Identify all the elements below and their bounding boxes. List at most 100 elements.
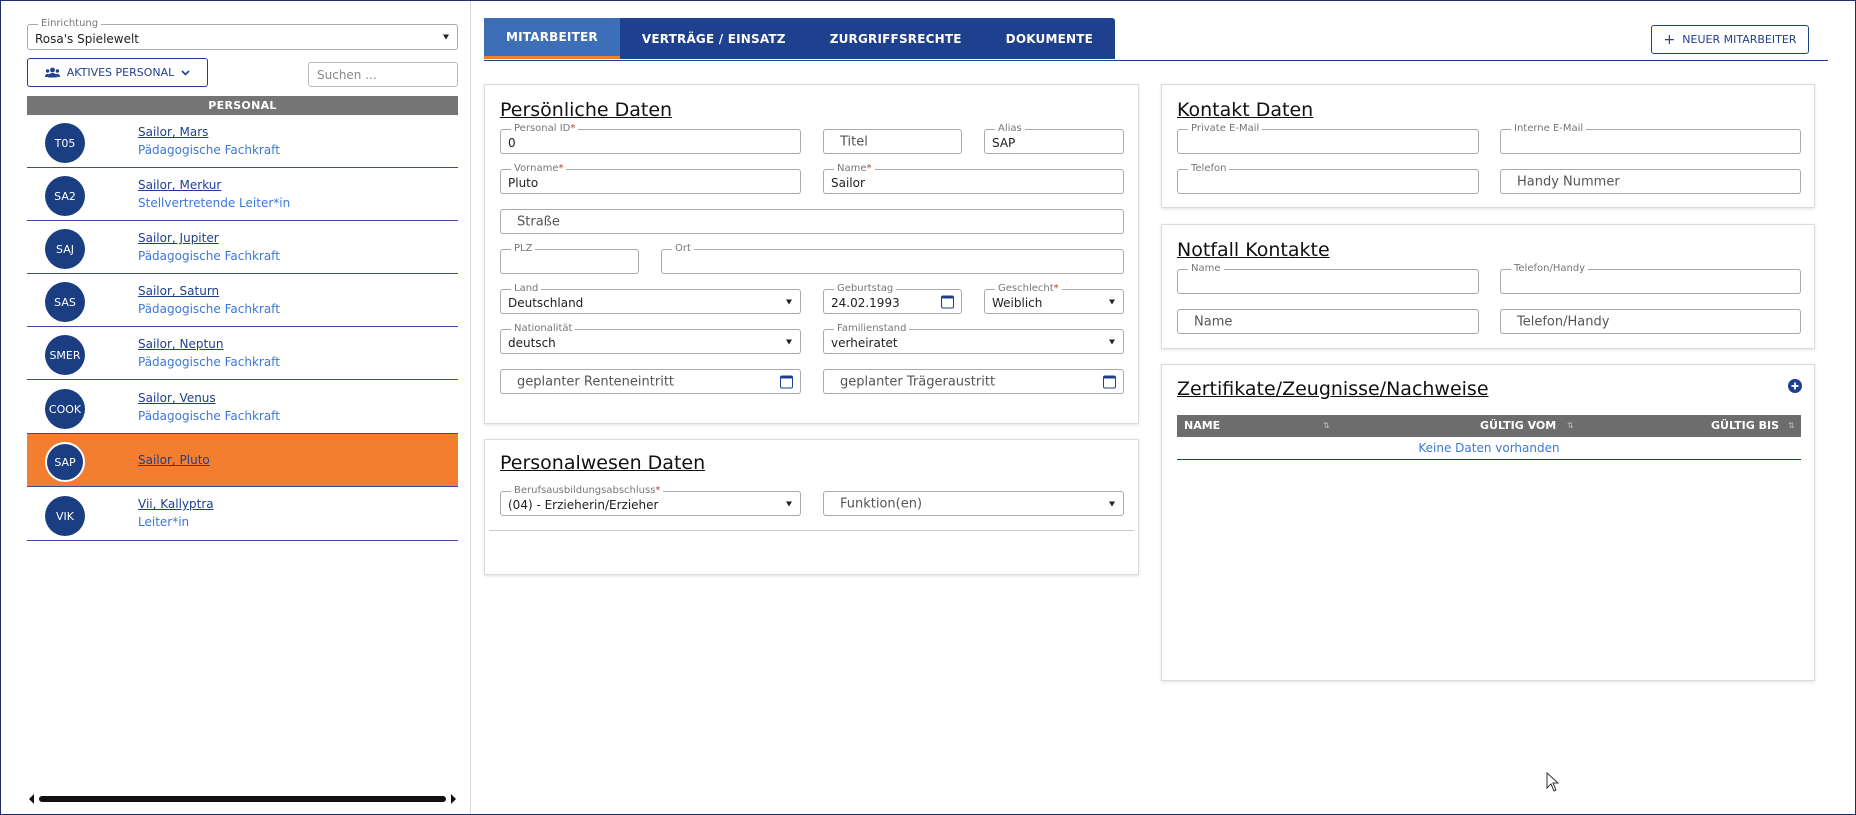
tab-dokumente[interactable]: DOKUMENTE: [984, 18, 1115, 59]
geschlecht-select[interactable]: Geschlecht* Weiblich: [984, 282, 1124, 314]
person-row[interactable]: SAS Sailor, Saturn Pädagogische Fachkraf…: [27, 274, 458, 327]
new-employee-button[interactable]: + NEUER MITARBEITER: [1651, 25, 1809, 54]
interne-email-field[interactable]: Interne E-Mail: [1500, 122, 1801, 154]
private-email-field[interactable]: Private E-Mail: [1177, 122, 1479, 154]
person-row[interactable]: SMER Sailor, Neptun Pädagogische Fachkra…: [27, 327, 458, 380]
certificates-card: Zertifikate/Zeugnisse/Nachweise NAME ⇅ G…: [1161, 364, 1815, 681]
person-row[interactable]: SA2 Sailor, Merkur Stellvertretende Leit…: [27, 168, 458, 221]
handy-field[interactable]: Handy Nummer: [1500, 169, 1801, 194]
facility-select[interactable]: Einrichtung Rosa's Spielewelt: [27, 17, 458, 50]
name-field[interactable]: Name* Sailor: [823, 162, 1124, 194]
person-name-link[interactable]: Vii, Kallyptra: [138, 497, 214, 511]
ausbildung-value: (04) - Erzieherin/Erzieher: [508, 498, 659, 512]
person-name-link[interactable]: Sailor, Neptun: [138, 337, 223, 351]
person-name-link[interactable]: Sailor, Merkur: [138, 178, 221, 192]
facility-value: Rosa's Spielewelt: [35, 32, 140, 46]
interne-email-label: Interne E-Mail: [1511, 122, 1587, 135]
traegeraustritt-field[interactable]: geplanter Trägeraustritt: [823, 369, 1124, 394]
emergency-contacts-title: Notfall Kontakte: [1177, 239, 1330, 261]
emergency-phone-field-2[interactable]: Telefon/Handy: [1500, 309, 1801, 334]
land-select[interactable]: Land Deutschland: [500, 282, 801, 314]
emergency-name-placeholder: Name: [1194, 314, 1233, 329]
emergency-phone-field[interactable]: Telefon/Handy: [1500, 262, 1801, 294]
active-staff-filter-button[interactable]: AKTIVES PERSONAL: [27, 58, 208, 87]
sort-icon[interactable]: ⇅: [1323, 421, 1331, 431]
chevron-down-icon: [1109, 339, 1115, 344]
person-row[interactable]: T05 Sailor, Mars Pädagogische Fachkraft: [27, 115, 458, 168]
tab-zugriffsrechte[interactable]: ZURGRIFFSRECHTE: [808, 18, 984, 59]
traegeraustritt-placeholder: geplanter Trägeraustritt: [840, 374, 996, 389]
ort-field[interactable]: Ort: [661, 242, 1124, 274]
titel-field[interactable]: Titel: [823, 129, 962, 154]
person-role: Pädagogische Fachkraft: [138, 143, 280, 157]
person-row[interactable]: SAJ Sailor, Jupiter Pädagogische Fachkra…: [27, 221, 458, 274]
chevron-down-icon: [786, 339, 792, 344]
telefon-label: Telefon: [1188, 162, 1230, 175]
emergency-name-field[interactable]: Name: [1177, 262, 1479, 294]
person-row-selected[interactable]: SAP Sailor, Pluto: [27, 434, 458, 487]
funktion-select[interactable]: Funktion(en): [823, 491, 1124, 516]
add-certificate-icon[interactable]: [1788, 379, 1802, 393]
personal-list-header: PERSONAL: [27, 96, 458, 115]
column-gueltig-vom[interactable]: GÜLTIG VOM: [1480, 415, 1556, 437]
person-name-link[interactable]: Sailor, Pluto: [138, 453, 210, 467]
land-value: Deutschland: [508, 296, 584, 310]
familienstand-select[interactable]: Familienstand verheiratet: [823, 322, 1124, 354]
avatar: SAS: [45, 282, 85, 322]
avatar: T05: [45, 123, 85, 163]
vorname-value: Pluto: [508, 176, 539, 190]
ausbildung-select[interactable]: Berufsausbildungsabschluss* (04) - Erzie…: [500, 484, 801, 516]
person-row[interactable]: VIK Vii, Kallyptra Leiter*in: [27, 488, 458, 541]
ausbildung-label: Berufsausbildungsabschluss: [514, 485, 656, 496]
emergency-name-field-2[interactable]: Name: [1177, 309, 1479, 334]
calendar-icon[interactable]: [1103, 375, 1116, 388]
search-input[interactable]: Suchen ...: [308, 62, 458, 87]
sort-icon[interactable]: ⇅: [1788, 421, 1796, 431]
handy-placeholder: Handy Nummer: [1517, 174, 1620, 189]
calendar-icon[interactable]: [941, 295, 954, 308]
person-role: Leiter*in: [138, 515, 190, 529]
sort-icon[interactable]: ⇅: [1567, 421, 1575, 431]
calendar-icon[interactable]: [780, 375, 793, 388]
chevron-down-icon: [786, 299, 792, 304]
personal-id-label: Personal ID: [514, 123, 571, 134]
strasse-field[interactable]: Straße: [500, 209, 1124, 234]
scrollbar-thumb[interactable]: [39, 796, 446, 802]
person-role: Pädagogische Fachkraft: [138, 355, 280, 369]
column-name[interactable]: NAME: [1184, 415, 1220, 437]
person-role: Pädagogische Fachkraft: [138, 409, 280, 423]
avatar: SA2: [45, 176, 85, 216]
scroll-left-icon[interactable]: [29, 794, 34, 804]
person-name-link[interactable]: Sailor, Jupiter: [138, 231, 219, 245]
personalwesen-card: Personalwesen Daten Berufsausbildungsabs…: [484, 439, 1139, 575]
person-name-link[interactable]: Sailor, Venus: [138, 391, 216, 405]
person-row[interactable]: COOK Sailor, Venus Pädagogische Fachkraf…: [27, 381, 458, 434]
tab-vertraege-einsatz[interactable]: VERTRÄGE / EINSATZ: [620, 18, 808, 59]
personal-id-field[interactable]: Personal ID* 0: [500, 122, 801, 154]
search-placeholder: Suchen ...: [317, 67, 377, 82]
person-name-link[interactable]: Sailor, Saturn: [138, 284, 219, 298]
column-gueltig-bis[interactable]: GÜLTIG BIS: [1711, 415, 1779, 437]
person-name-link[interactable]: Sailor, Mars: [138, 125, 208, 139]
alias-field[interactable]: Alias SAP: [984, 122, 1124, 154]
avatar: SMER: [45, 335, 85, 375]
horizontal-scrollbar[interactable]: [27, 791, 458, 807]
facility-label: Einrichtung: [38, 17, 102, 30]
geburtstag-field[interactable]: Geburtstag 24.02.1993: [823, 282, 962, 314]
avatar: SAJ: [45, 229, 85, 269]
nationalitaet-select[interactable]: Nationalität deutsch: [500, 322, 801, 354]
users-icon: [44, 67, 60, 78]
renteneintritt-field[interactable]: geplanter Renteneintritt: [500, 369, 801, 394]
plz-field[interactable]: PLZ: [500, 242, 639, 274]
nationalitaet-label: Nationalität: [511, 322, 576, 335]
vorname-field[interactable]: Vorname* Pluto: [500, 162, 801, 194]
tab-mitarbeiter[interactable]: MITARBEITER: [484, 18, 620, 59]
personalwesen-title: Personalwesen Daten: [500, 452, 706, 474]
private-email-label: Private E-Mail: [1188, 122, 1263, 135]
ort-label: Ort: [672, 242, 694, 255]
telefon-field[interactable]: Telefon: [1177, 162, 1479, 194]
vorname-label: Vorname: [514, 163, 559, 174]
scroll-right-icon[interactable]: [451, 794, 456, 804]
chevron-down-icon: [1109, 299, 1115, 304]
emergency-contacts-card: Notfall Kontakte Name Telefon/Handy Name…: [1161, 224, 1815, 349]
